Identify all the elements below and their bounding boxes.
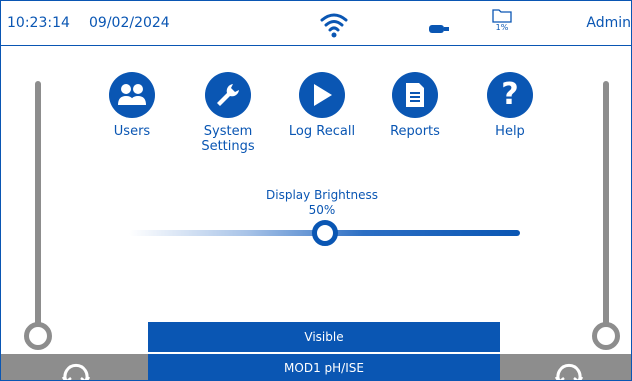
folder-icon	[492, 9, 512, 23]
log-recall-label: Log Recall	[288, 124, 356, 139]
left-bottom-panel	[1, 354, 148, 380]
right-slider-track[interactable]	[603, 81, 609, 329]
usb-icon	[429, 19, 451, 33]
clock-time: 10:23:14	[7, 15, 70, 31]
reports-launcher[interactable]: Reports	[370, 72, 460, 139]
left-slider-knob[interactable]	[24, 322, 52, 350]
brightness-value: 50%	[308, 203, 336, 217]
right-bottom-panel	[500, 354, 631, 380]
brightness-slider-knob[interactable]	[311, 220, 338, 246]
user-label[interactable]: Admin	[586, 15, 631, 31]
wrench-icon	[205, 72, 251, 118]
log-recall-launcher[interactable]: Log Recall	[277, 72, 367, 139]
help-label: Help	[495, 124, 525, 139]
question-icon: ?	[487, 72, 533, 118]
refresh-icon[interactable]	[554, 359, 584, 380]
users-launcher[interactable]: Users	[87, 72, 177, 139]
refresh-icon[interactable]	[61, 359, 91, 380]
module-label-bar[interactable]: MOD1 pH/ISE	[148, 354, 500, 380]
system-settings-launcher[interactable]: System Settings	[183, 72, 273, 154]
device-screen: 10:23:14 09/02/2024 1% Admin Users Syste…	[0, 0, 632, 381]
left-slider-track[interactable]	[35, 81, 41, 329]
brightness-title: Display Brightness	[266, 188, 378, 202]
right-slider-knob[interactable]	[592, 322, 620, 350]
users-icon	[109, 72, 155, 118]
visible-mode-button[interactable]: Visible	[148, 322, 500, 352]
users-label: Users	[113, 124, 151, 139]
play-icon	[299, 72, 345, 118]
status-bar: 10:23:14 09/02/2024 1% Admin	[1, 1, 631, 46]
system-settings-label: System Settings	[201, 124, 255, 154]
storage-indicator: 1%	[489, 7, 515, 41]
help-launcher[interactable]: ? Help	[465, 72, 555, 139]
storage-percent: 1%	[495, 23, 509, 32]
clock-date: 09/02/2024	[89, 15, 170, 31]
reports-label: Reports	[390, 124, 440, 139]
wifi-icon	[319, 10, 349, 40]
document-icon	[392, 72, 438, 118]
